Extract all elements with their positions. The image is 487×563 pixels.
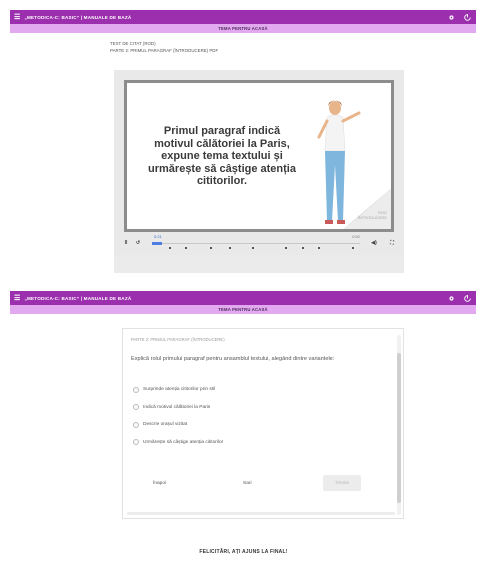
player-footer <box>114 255 404 273</box>
quiz-header: PARTE 2: PRIMUL PARAGRAF (ÎNTRODUCERE) <box>131 337 225 342</box>
answer-option-label: Surprinde atenția cititorilor prin stil <box>143 387 216 393</box>
radio-button[interactable] <box>133 386 139 393</box>
menu-icon[interactable]: ☰ <box>14 295 20 302</box>
corner-label: ROD ÎNTRODUCERE <box>358 210 387 220</box>
chapter-marker <box>228 247 231 249</box>
lesson-meta-line: PARTE 2: PRIMUL PARAGRAF (ÎNTRODUCERE) P… <box>110 48 219 53</box>
seek-bar[interactable]: 0:21 0:52 <box>152 233 360 253</box>
final-message: FELICITĂRI, AȚI AJUNS LA FINAL! <box>199 549 288 555</box>
end-time: 0:52 <box>352 234 360 239</box>
video-lesson-screen: ☰ „METODICA-C: BASIC” | MANUALE DE BAZĂ … <box>10 10 476 273</box>
menu-icon[interactable]: ☰ <box>14 14 20 21</box>
chapter-marker <box>318 247 321 249</box>
seek-progress <box>152 242 163 245</box>
radio-button[interactable] <box>133 439 139 446</box>
replay-button[interactable]: ↺ <box>132 240 144 246</box>
chapter-marker <box>351 247 354 249</box>
player-controls: II ↺ 0:21 0:52 ◀) ⛶ <box>114 233 404 253</box>
section-bar: TEMA PENTRU ACASĂ <box>10 305 476 314</box>
corner-label-line: ÎNTRODUCERE <box>357 215 387 220</box>
answer-option-label: Urmărește să câștige atenția cititorilor <box>143 439 224 445</box>
seek-track <box>152 243 360 244</box>
chapter-marker <box>251 247 254 249</box>
quiz-question: Explică rolul primului paragraf pentru a… <box>131 356 335 362</box>
chapter-marker <box>185 247 188 249</box>
exit-icon[interactable] <box>462 293 472 303</box>
back-button[interactable]: Înapoi <box>153 481 166 486</box>
chapter-marker <box>301 247 304 249</box>
submit-button[interactable]: Trimite <box>323 475 361 491</box>
radio-button[interactable] <box>133 404 139 411</box>
radio-button[interactable] <box>133 421 139 428</box>
chapter-marker <box>168 247 171 249</box>
quiz-card: PARTE 2: PRIMUL PARAGRAF (ÎNTRODUCERE) E… <box>122 328 404 519</box>
answer-option[interactable]: Descrie orașul vizitat <box>133 416 223 434</box>
vertical-scrollbar[interactable] <box>397 335 401 515</box>
page-curl <box>343 188 391 229</box>
scrollbar-thumb[interactable] <box>397 353 401 503</box>
chapter-marker <box>210 247 213 249</box>
answer-option[interactable]: Indică motivul călătoriei la Paris <box>133 399 223 417</box>
lesson-meta: TEXT DE CITAT (ROD) PARTE 2: PRIMUL PARA… <box>110 40 404 54</box>
answer-option[interactable]: Surprinde atenția cititorilor prin stil <box>133 381 223 399</box>
quiz-screen: ☰ „METODICA-C: BASIC” | MANUALE DE BAZĂ … <box>10 291 476 519</box>
chapter-marker <box>285 247 288 249</box>
answer-option[interactable]: Urmărește să câștige atenția cititorilor <box>133 434 223 452</box>
video-slide: Primul paragraf indică motivul călătorie… <box>124 80 394 232</box>
settings-icon[interactable] <box>446 293 456 303</box>
video-player[interactable]: Primul paragraf indică motivul călătorie… <box>114 70 404 273</box>
section-bar: TEMA PENTRU ACASĂ <box>10 24 476 33</box>
volume-button[interactable]: ◀) <box>368 240 380 246</box>
answer-option-label: Indică motivul călătoriei la Paris <box>143 404 211 410</box>
app-title: „METODICA-C: BASIC” | MANUALE DE BAZĂ <box>24 295 132 301</box>
app-title: „METODICA-C: BASIC” | MANUALE DE BAZĂ <box>24 14 132 20</box>
skip-button[interactable]: Sari <box>243 481 252 486</box>
fullscreen-button[interactable]: ⛶ <box>386 240 398 246</box>
exit-icon[interactable] <box>462 12 472 22</box>
lesson-meta-line: TEXT DE CITAT (ROD) <box>110 41 156 46</box>
app-bar: ☰ „METODICA-C: BASIC” | MANUALE DE BAZĂ <box>10 10 476 24</box>
answer-option-label: Descrie orașul vizitat <box>143 422 188 428</box>
quiz-footer: Înapoi Sari Trimite <box>123 473 395 493</box>
app-bar: ☰ „METODICA-C: BASIC” | MANUALE DE BAZĂ <box>10 291 476 305</box>
current-time: 0:21 <box>154 234 162 239</box>
answer-options: Surprinde atenția cititorilor prin stil … <box>133 381 223 451</box>
settings-icon[interactable] <box>446 12 456 22</box>
horizontal-scrollbar[interactable] <box>127 512 395 515</box>
slide-text: Primul paragraf indică motivul călătorie… <box>148 125 296 187</box>
pause-button[interactable]: II <box>120 240 132 246</box>
